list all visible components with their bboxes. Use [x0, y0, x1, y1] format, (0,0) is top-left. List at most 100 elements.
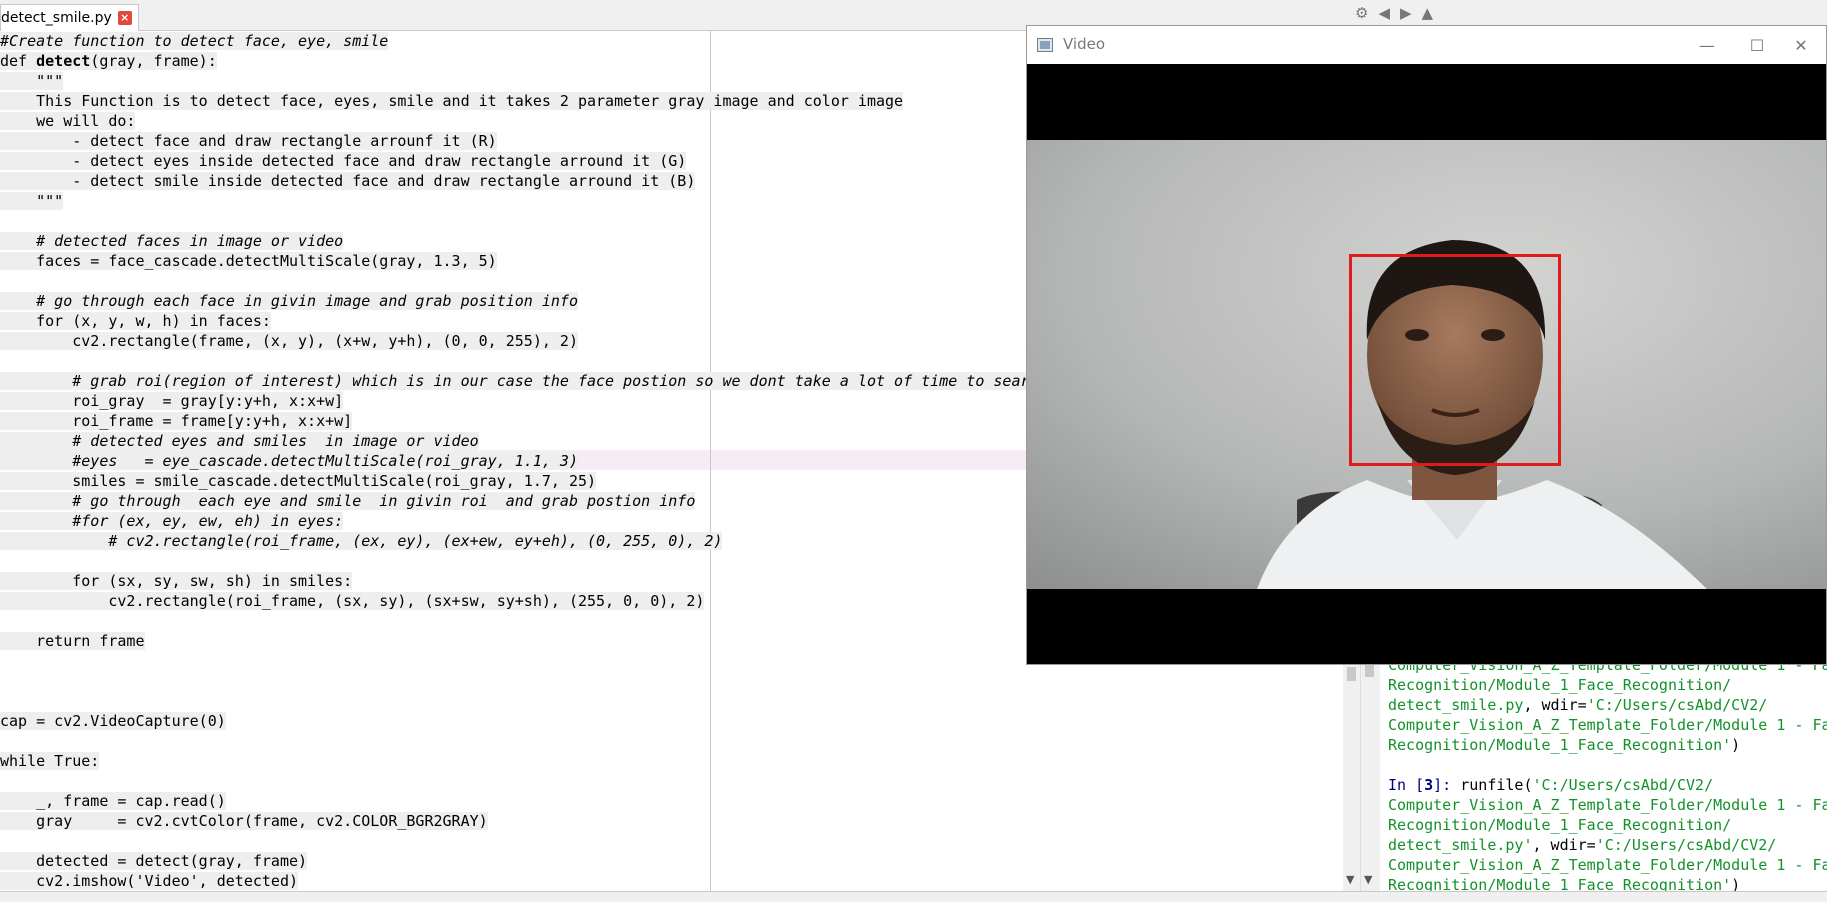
console-line: Computer_Vision_A_Z_Template_Folder/Modu…: [1388, 715, 1827, 735]
console-text: ]:: [1433, 776, 1461, 794]
code-line-text: # go through each eye and smile in givin…: [0, 492, 696, 510]
code-line-text: return frame: [0, 632, 145, 650]
console-scroll-down-icon[interactable]: ▼: [1364, 873, 1372, 886]
code-line: # grab roi(region of interest) which is …: [0, 371, 1030, 391]
code-line-text: we will do:: [0, 112, 136, 130]
code-line-text: - detect eyes inside detected face and d…: [0, 152, 687, 170]
close-window-button[interactable]: ✕: [1776, 30, 1826, 60]
code-line: # go through each face in givin image an…: [0, 291, 1030, 311]
code-line-text: cv2.rectangle(roi_frame, (sx, sy), (sx+s…: [0, 592, 705, 610]
code-line-text: cv2.imshow('Video', detected): [0, 872, 299, 890]
window-app-icon: [1037, 38, 1053, 52]
code-line: cap = cv2.VideoCapture(0): [0, 711, 1030, 731]
console-line: Computer_Vision_A_Z_Template_Folder/Modu…: [1388, 795, 1827, 815]
console-line: Recognition/Module_1_Face_Recognition'): [1388, 875, 1827, 891]
console-line: Recognition/Module_1_Face_Recognition/: [1388, 675, 1827, 695]
up-arrow-icon[interactable]: ▲: [1422, 4, 1434, 22]
video-window[interactable]: Video — ☐ ✕: [1026, 25, 1827, 665]
code-line: detected = detect(gray, frame): [0, 851, 1030, 871]
file-tab[interactable]: detect_smile.py ×: [0, 4, 139, 31]
code-line: #Create function to detect face, eye, sm…: [0, 31, 1030, 51]
code-line-text: # go through each face in givin image an…: [0, 292, 578, 310]
console-text: ): [1731, 736, 1741, 754]
console-line: detect_smile.py', wdir='C:/Users/csAbd/C…: [1388, 835, 1827, 855]
code-line-text: for (x, y, w, h) in faces:: [0, 312, 271, 330]
video-frame: [1027, 64, 1826, 664]
status-bar: [0, 891, 1827, 902]
console-text: detect_smile.py': [1388, 836, 1533, 854]
code-line-text: _, frame = cap.read(): [0, 792, 226, 810]
code-line-text: # grab roi(region of interest) which is …: [0, 372, 1030, 390]
close-tab-icon[interactable]: ×: [117, 11, 132, 25]
code-line: - detect smile inside detected face and …: [0, 171, 1030, 191]
code-lines: #Create function to detect face, eye, sm…: [0, 31, 1030, 891]
code-line: for (sx, sy, sw, sh) in smiles:: [0, 571, 1030, 591]
code-line: # cv2.rectangle(roi_frame, (ex, ey), (ex…: [0, 531, 1030, 551]
code-line: cv2.imshow('Video', detected): [0, 871, 1030, 891]
forward-arrow-icon[interactable]: ▶: [1400, 4, 1412, 22]
editor-scroll-thumb[interactable]: [1347, 667, 1356, 681]
code-line: # detected faces in image or video: [0, 231, 1030, 251]
code-line-text: while True:: [0, 752, 100, 770]
console-line: Computer_Vision_A_Z_Template_Folder/Modu…: [1388, 855, 1827, 875]
code-line-text: # cv2.rectangle(roi_frame, (ex, ey), (ex…: [0, 532, 723, 550]
console-text: Recognition/Module_1_Face_Recognition': [1388, 736, 1732, 754]
console-output: Computer_Vision_A_Z_Template_Folder/Modu…: [1388, 655, 1827, 891]
code-line-text: This Function is to detect face, eyes, s…: [0, 92, 904, 110]
face-detection-rectangle: [1349, 254, 1561, 466]
code-line: #for (ex, ey, ew, eh) in eyes:: [0, 511, 1030, 531]
code-line: _, frame = cap.read(): [0, 791, 1030, 811]
minimize-button[interactable]: —: [1682, 30, 1732, 60]
console-text: 'C:/Users/csAbd/CV2/: [1595, 836, 1777, 854]
code-line: # go through each eye and smile in givin…: [0, 491, 1030, 511]
code-line: gray = cv2.cvtColor(frame, cv2.COLOR_BGR…: [0, 811, 1030, 831]
code-line: - detect face and draw rectangle arrounf…: [0, 131, 1030, 151]
code-line: - detect eyes inside detected face and d…: [0, 151, 1030, 171]
code-line-text: detected = detect(gray, frame): [0, 852, 308, 870]
code-line-text: #Create function to detect face, eye, sm…: [0, 32, 389, 50]
code-line: """: [0, 191, 1030, 211]
scroll-down-icon[interactable]: ▼: [1346, 873, 1354, 886]
code-line: This Function is to detect face, eyes, s…: [0, 91, 1030, 111]
code-line: faces = face_cascade.detectMultiScale(gr…: [0, 251, 1030, 271]
gear-icon[interactable]: ⚙: [1355, 4, 1368, 22]
code-line-text: - detect smile inside detected face and …: [0, 172, 696, 190]
code-line: cv2.rectangle(roi_frame, (sx, sy), (sx+s…: [0, 591, 1030, 611]
console-text: 'C:/Users/csAbd/CV2/: [1532, 776, 1714, 794]
maximize-button[interactable]: ☐: [1732, 30, 1782, 60]
code-line: """: [0, 71, 1030, 91]
code-line-text: roi_gray = gray[y:y+h, x:x+w]: [0, 392, 344, 410]
console-text: runfile(: [1460, 776, 1533, 794]
console-line: Recognition/Module_1_Face_Recognition/: [1388, 815, 1827, 835]
console-text: Computer_Vision_A_Z_Template_Folder/Modu…: [1388, 856, 1827, 874]
code-line-text: roi_frame = frame[y:y+h, x:x+w]: [0, 412, 353, 430]
video-window-titlebar[interactable]: Video — ☐ ✕: [1027, 26, 1826, 64]
console-text: , wdir=: [1523, 696, 1587, 714]
console-text: Recognition/Module_1_Face_Recognition/: [1388, 816, 1732, 834]
code-line-text: cap = cv2.VideoCapture(0): [0, 712, 226, 730]
code-line: roi_gray = gray[y:y+h, x:x+w]: [0, 391, 1030, 411]
console-text: Recognition/Module_1_Face_Recognition/: [1388, 676, 1732, 694]
video-window-title: Video: [1063, 35, 1106, 53]
console-text: Recognition/Module_1_Face_Recognition': [1388, 876, 1732, 891]
code-line-text: cv2.rectangle(frame, (x, y), (x+w, y+h),…: [0, 332, 578, 350]
console-text: Computer_Vision_A_Z_Template_Folder/Modu…: [1388, 796, 1827, 814]
webcam-image: [1027, 140, 1826, 589]
console-text: 3: [1424, 776, 1434, 794]
back-arrow-icon[interactable]: ◀: [1378, 4, 1390, 22]
code-line-text: - detect face and draw rectangle arrounf…: [0, 132, 497, 150]
code-line-text: faces = face_cascade.detectMultiScale(gr…: [0, 252, 497, 270]
console-text: Computer_Vision_A_Z_Template_Folder/Modu…: [1388, 716, 1827, 734]
code-line-text: smiles = smile_cascade.detectMultiScale(…: [0, 472, 597, 490]
console-text: ): [1731, 876, 1741, 891]
